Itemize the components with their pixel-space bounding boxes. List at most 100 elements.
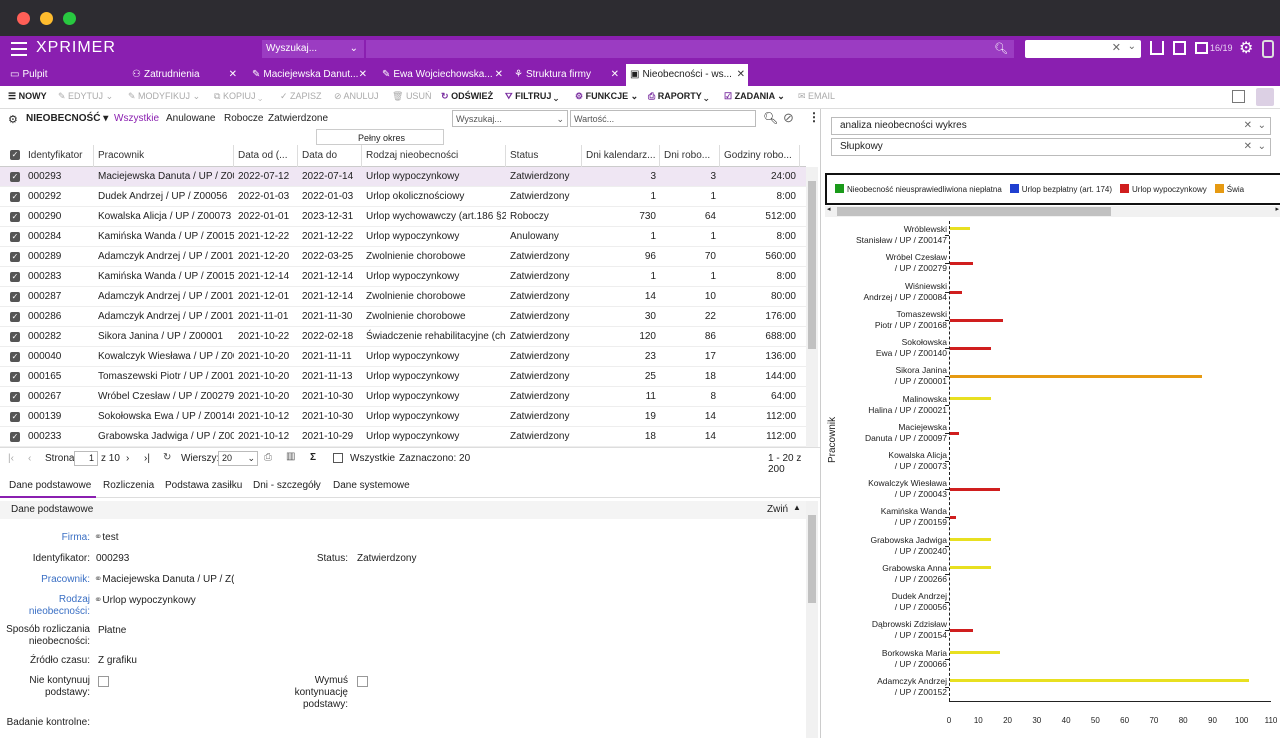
absence-type-value[interactable]: ⚭Urlop wypoczynkowy — [94, 595, 196, 606]
legend-item[interactable]: Urlop wypoczynkowy — [1120, 184, 1207, 194]
maximize-window-button[interactable] — [63, 12, 76, 25]
row-checkbox[interactable]: ✓ — [10, 172, 20, 182]
col-calendar-days[interactable]: Dni kalendarz... — [582, 145, 660, 167]
quick-search-input[interactable]: ✕ ⌄ — [1025, 40, 1141, 58]
close-icon[interactable]: ✕ — [737, 64, 745, 86]
filter-approved[interactable]: Zatwierdzone — [268, 113, 328, 124]
bar-red[interactable] — [950, 488, 1000, 492]
tab-basic-data[interactable]: Dane podstawowe — [0, 472, 96, 498]
row-checkbox[interactable]: ✓ — [10, 232, 20, 242]
filter-button[interactable]: ⛛ FILTRUJ ⌄ — [505, 91, 558, 102]
close-icon[interactable]: ✕ — [229, 64, 237, 86]
print-icon[interactable]: ⎙ — [264, 452, 272, 463]
clear-icon[interactable]: ✕ — [1244, 118, 1252, 134]
row-checkbox[interactable]: ✓ — [10, 252, 20, 262]
chevron-up-icon[interactable]: ▲ — [793, 503, 801, 512]
tab-system-data[interactable]: Dane systemowe — [333, 480, 410, 491]
close-icon[interactable]: ✕ — [359, 64, 367, 86]
grid-scrollbar[interactable] — [806, 167, 818, 447]
row-checkbox[interactable]: ✓ — [10, 212, 20, 222]
col-employee[interactable]: Pracownik — [94, 145, 234, 167]
table-row[interactable]: ✓ 000289 Adamczyk Andrzej / UP / Z0015 2021… — [0, 247, 806, 267]
tab-day-details[interactable]: Dni - szczegóły — [253, 480, 321, 491]
gear-icon[interactable]: ⚙ — [1239, 38, 1253, 58]
refresh-button[interactable]: ↻ ODŚWIEŻ — [441, 91, 493, 102]
copy-button[interactable]: ⧉ KOPIUJ ⌄ — [214, 91, 262, 102]
force-continue-checkbox[interactable] — [357, 676, 368, 687]
table-row[interactable]: ✓ 000233 Grabowska Jadwiga / UP / Z002 2021… — [0, 427, 806, 447]
clear-icon[interactable]: ✕ — [1244, 139, 1252, 155]
clear-filter-icon[interactable]: ⊘ — [783, 110, 794, 126]
column-search-input[interactable]: Wyszukaj... ⌄ — [452, 110, 568, 127]
col-absence-type[interactable]: Rodzaj nieobecności — [362, 145, 506, 167]
chart-type-select[interactable]: Słupkowy ✕ ⌄ — [831, 138, 1271, 156]
select-all-checkbox[interactable]: ✓ — [10, 150, 20, 160]
row-checkbox[interactable]: ✓ — [10, 412, 20, 422]
settings-icon[interactable]: ⚙ — [8, 113, 18, 126]
no-continue-checkbox[interactable] — [98, 676, 109, 687]
row-checkbox[interactable]: ✓ — [10, 372, 20, 382]
modify-button[interactable]: ✎ MODYFIKUJ ⌄ — [128, 91, 200, 102]
legend-scrollbar[interactable]: ◂ ▸ — [825, 206, 1280, 217]
entity-type-select[interactable]: NIEOBECNOŚĆ ▾ — [26, 113, 108, 124]
notes-icon[interactable] — [1195, 42, 1208, 54]
scroll-left-icon[interactable]: ◂ — [827, 205, 831, 213]
bar-red[interactable] — [950, 516, 956, 520]
bar-red[interactable] — [950, 431, 959, 435]
table-row[interactable]: ✓ 000284 Kamińska Wanda / UP / Z00159 2021-… — [0, 227, 806, 247]
tasks-button[interactable]: ☑ ZADANIA ⌄ — [724, 91, 785, 102]
absence-type-label[interactable]: Rodzaj nieobecności: — [0, 594, 90, 618]
bar-yellow[interactable] — [950, 396, 991, 400]
search-scope-select[interactable]: Wyszukaj... ⌄ — [262, 40, 364, 58]
value-search-input[interactable]: Wartość... — [570, 110, 756, 127]
bar-red[interactable] — [950, 318, 1003, 322]
reports-button[interactable]: ⎙ RAPORTY ⌄ — [648, 91, 708, 102]
tab-wojciechowska[interactable]: ✎ Ewa Wojciechowska... ✕ — [378, 64, 506, 86]
row-checkbox[interactable]: ✓ — [10, 312, 20, 322]
sum-icon[interactable]: Σ — [310, 452, 316, 463]
first-page-icon[interactable]: |‹ — [8, 453, 14, 464]
filter-all[interactable]: Wszystkie — [114, 113, 159, 124]
scroll-thumb[interactable] — [837, 207, 1111, 216]
table-row[interactable]: ✓ 000283 Kamińska Wanda / UP / Z00159 2021-… — [0, 267, 806, 287]
save-button[interactable]: ✓ ZAPISZ — [280, 91, 322, 102]
tab-allowance-base[interactable]: Podstawa zasiłku — [165, 480, 242, 491]
new-button[interactable]: ☰ NOWY — [8, 91, 47, 102]
bar-yellow[interactable] — [950, 678, 1249, 682]
layout-icon[interactable] — [1232, 90, 1245, 103]
tab-struktura[interactable]: ⚘ Struktura firmy ✕ — [510, 64, 622, 86]
delete-button[interactable]: 🗑︎ USUŃ — [392, 91, 431, 102]
search-icon[interactable]: 🔍︎ — [994, 42, 1008, 55]
minimize-window-button[interactable] — [40, 12, 53, 25]
col-status[interactable]: Status — [506, 145, 582, 167]
close-icon[interactable]: ✕ — [495, 64, 503, 86]
row-checkbox[interactable]: ✓ — [10, 432, 20, 442]
device-icon[interactable] — [1262, 40, 1274, 58]
table-row[interactable]: ✓ 000139 Sokołowska Ewa / UP / Z00140 2021-… — [0, 407, 806, 427]
table-row[interactable]: ✓ 000292 Dudek Andrzej / UP / Z00056 2022-0… — [0, 187, 806, 207]
table-row[interactable]: ✓ 000040 Kowalczyk Wiesława / UP / Z00(202… — [0, 347, 806, 367]
employee-value[interactable]: ⚭Maciejewska Danuta / UP / Z( — [94, 574, 234, 585]
legend-item[interactable]: Świa — [1214, 184, 1244, 194]
all-rows-checkbox[interactable] — [333, 453, 343, 463]
tab-maciejewska[interactable]: ✎ Maciejewska Danut... ✕ — [248, 64, 370, 86]
section-header[interactable]: Dane podstawowe Zwiń ▲ — [0, 501, 806, 519]
scroll-right-icon[interactable]: ▸ — [1275, 205, 1279, 213]
bar-yellow[interactable] — [950, 537, 991, 541]
edit-button[interactable]: ✎ EDYTUJ ⌄ — [58, 91, 113, 102]
col-identifier[interactable]: Identyfikator — [24, 145, 94, 167]
rows-select[interactable]: 20 ⌄ — [218, 451, 258, 466]
global-search-input[interactable]: 🔍︎ — [366, 40, 1014, 58]
tab-pulpit[interactable]: ▭ Pulpit — [6, 64, 116, 86]
table-row[interactable]: ✓ 000286 Adamczyk Andrzej / UP / Z0015 2021… — [0, 307, 806, 327]
page-input[interactable]: 1 — [74, 451, 98, 466]
close-icon[interactable]: ✕ — [611, 64, 619, 86]
export-icon[interactable]: ▥ — [286, 451, 295, 462]
tab-zatrudnienia[interactable]: ⚇ Zatrudnienia ✕ — [128, 64, 240, 86]
table-row[interactable]: ✓ 000267 Wróbel Czesław / UP / Z00279 2021-… — [0, 387, 806, 407]
bar-orange[interactable] — [950, 375, 1202, 379]
next-page-icon[interactable]: › — [126, 453, 129, 464]
bar-yellow[interactable] — [950, 565, 991, 569]
legend-item[interactable]: Nieobecność nieusprawiedliwiona niepłatn… — [835, 184, 1002, 194]
scroll-thumb[interactable] — [808, 181, 816, 349]
